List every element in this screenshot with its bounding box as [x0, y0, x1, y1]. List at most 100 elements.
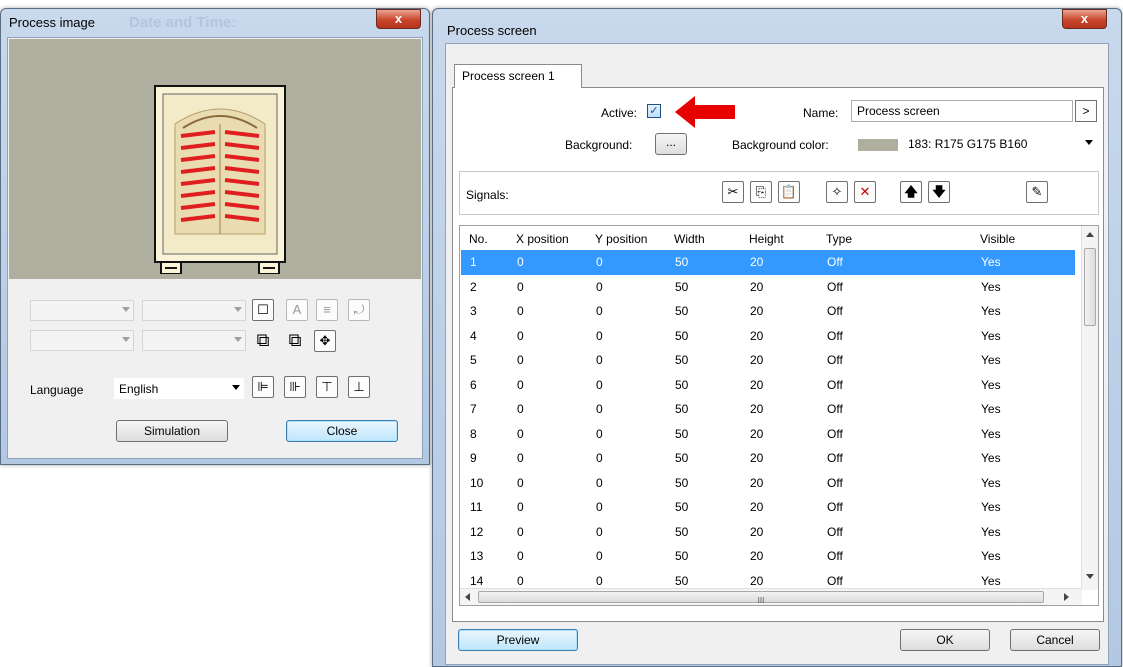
cut-icon[interactable]: ✂	[722, 181, 744, 203]
table-row[interactable]: 6 0 0 50 20 Off Yes	[461, 373, 1075, 398]
column-header[interactable]: No.	[469, 232, 488, 246]
table-cell: 0	[596, 426, 603, 441]
language-select[interactable]: English	[114, 378, 244, 399]
table-row[interactable]: 2 0 0 50 20 Off Yes	[461, 275, 1075, 300]
delete-icon[interactable]: ✕	[854, 181, 876, 203]
table-row[interactable]: 13 0 0 50 20 Off Yes	[461, 544, 1075, 569]
table-cell: 50	[675, 402, 689, 416]
table-row[interactable]: 3 0 0 50 20 Off Yes	[461, 299, 1075, 324]
signals-table[interactable]: No. X position Y position Width Height T…	[459, 225, 1099, 606]
table-cell: 20	[750, 304, 764, 318]
style-combo[interactable]	[142, 330, 246, 351]
align-center-icon[interactable]: ≡	[316, 299, 338, 321]
align-top-icon[interactable]: ⊤	[316, 376, 338, 398]
align-right-icon[interactable]: ⊪	[284, 376, 306, 398]
size-combo[interactable]	[142, 300, 246, 321]
table-cell: 50	[675, 549, 689, 563]
close-window-button[interactable]: x	[376, 9, 421, 29]
scroll-left-arrow[interactable]	[465, 593, 470, 601]
name-browse-button[interactable]: >	[1075, 100, 1097, 122]
properties-icon[interactable]: ✎	[1026, 181, 1048, 203]
table-cell: 9	[470, 451, 477, 465]
close-window-button[interactable]: x	[1062, 9, 1107, 29]
copy-icon[interactable]: ⎘	[750, 181, 772, 203]
table-cell: 0	[517, 255, 524, 269]
ok-button[interactable]: OK	[900, 629, 990, 651]
column-header[interactable]: Visible	[980, 232, 1015, 246]
table-row[interactable]: 9 0 0 50 20 Off Yes	[461, 446, 1075, 471]
table-row[interactable]: 1 0 0 50 20 Off Yes	[461, 250, 1075, 275]
table-row[interactable]: 7 0 0 50 20 Off Yes	[461, 397, 1075, 422]
table-cell: 13	[470, 549, 484, 563]
table-cell: 14	[470, 573, 484, 588]
table-row[interactable]: 4 0 0 50 20 Off Yes	[461, 324, 1075, 349]
move-icon[interactable]: ✥	[314, 330, 336, 352]
simulation-button[interactable]: Simulation	[116, 420, 228, 442]
table-row[interactable]: 11 0 0 50 20 Off Yes	[461, 495, 1075, 520]
table-cell: 50	[675, 451, 689, 465]
background-browse-button[interactable]: ...	[655, 133, 687, 155]
table-cell: Yes	[981, 328, 1001, 343]
signals-toolbar: Signals: ✂ ⎘ 📋 ✧ ✕ 🡅 🡇 ✎	[459, 171, 1099, 215]
horizontal-scrollbar[interactable]: III	[460, 588, 1082, 605]
new-signal-icon[interactable]: ✧	[826, 181, 848, 203]
table-cell: 0	[596, 451, 603, 465]
rotate-icon[interactable]: ⤾	[348, 299, 370, 321]
background-label: Background:	[565, 138, 633, 152]
background-color-select[interactable]: 183: R175 G175 B160	[851, 133, 1097, 155]
paste-icon[interactable]: 📋	[778, 181, 800, 203]
table-cell: 20	[750, 279, 764, 294]
table-cell: 0	[517, 402, 524, 416]
column-header[interactable]: X position	[516, 232, 569, 246]
table-cell: Yes	[981, 500, 1001, 514]
frame-icon[interactable]: ☐	[252, 299, 274, 321]
move-down-icon[interactable]: 🡇	[928, 181, 950, 203]
preview-button[interactable]: Preview	[458, 629, 578, 651]
scroll-up-arrow[interactable]	[1086, 232, 1094, 237]
table-row[interactable]: 10 0 0 50 20 Off Yes	[461, 471, 1075, 496]
align-bottom-icon[interactable]: ⊥	[348, 376, 370, 398]
column-header[interactable]: Width	[674, 232, 705, 246]
column-header[interactable]: Height	[749, 232, 784, 246]
font-size-icon[interactable]: A	[286, 299, 308, 321]
active-label: Active:	[601, 106, 638, 120]
color-combo[interactable]	[30, 330, 134, 351]
horizontal-scroll-thumb[interactable]: III	[478, 591, 1044, 605]
table-cell: Off	[827, 328, 843, 343]
color-swatch	[858, 139, 898, 151]
close-button[interactable]: Close	[286, 420, 398, 442]
table-cell: 20	[750, 426, 764, 441]
process-image-client: ☐ A ≡ ⤾ ⧉ ⧉ ✥ Language English ⊫ ⊪ ⊤ ⊥ S…	[7, 37, 423, 459]
scroll-down-arrow[interactable]	[1086, 574, 1094, 579]
table-cell: 20	[750, 328, 764, 343]
table-row[interactable]: 14 0 0 50 20 Off Yes	[461, 569, 1075, 591]
table-row[interactable]: 5 0 0 50 20 Off Yes	[461, 348, 1075, 373]
table-cell: 0	[517, 573, 524, 588]
table-cell: Off	[827, 279, 843, 294]
table-cell: 50	[675, 328, 689, 343]
table-body: 1 0 0 50 20 Off Yes 2 0 0 50 20 Off Yes 3 0 0 50 20 Off Yes 4…	[460, 250, 1080, 590]
table-cell: Off	[827, 255, 843, 269]
bring-to-front-icon[interactable]: ⧉	[252, 330, 274, 352]
table-row[interactable]: 12 0 0 50 20 Off Yes	[461, 520, 1075, 545]
tab-page: Active: ✓ Name: Process screen > Backgro…	[452, 87, 1104, 622]
move-up-icon[interactable]: 🡅	[900, 181, 922, 203]
scroll-right-arrow[interactable]	[1064, 593, 1069, 601]
vertical-scrollbar[interactable]	[1081, 226, 1098, 590]
align-left-icon[interactable]: ⊫	[252, 376, 274, 398]
table-cell: 1	[470, 255, 477, 269]
table-cell: 20	[750, 549, 764, 563]
tab-process-screen-1[interactable]: Process screen 1	[454, 64, 582, 88]
table-row[interactable]: 8 0 0 50 20 Off Yes	[461, 422, 1075, 447]
table-cell: 6	[470, 377, 477, 392]
vertical-scroll-thumb[interactable]	[1084, 248, 1096, 326]
cancel-button[interactable]: Cancel	[1010, 629, 1100, 651]
table-cell: 0	[517, 524, 524, 539]
column-header[interactable]: Y position	[595, 232, 647, 246]
table-cell: 50	[675, 353, 689, 367]
font-combo[interactable]	[30, 300, 134, 321]
column-header[interactable]: Type	[826, 232, 852, 246]
name-input[interactable]: Process screen	[851, 100, 1073, 122]
send-to-back-icon[interactable]: ⧉	[284, 330, 306, 352]
active-checkbox[interactable]: ✓	[647, 104, 661, 118]
